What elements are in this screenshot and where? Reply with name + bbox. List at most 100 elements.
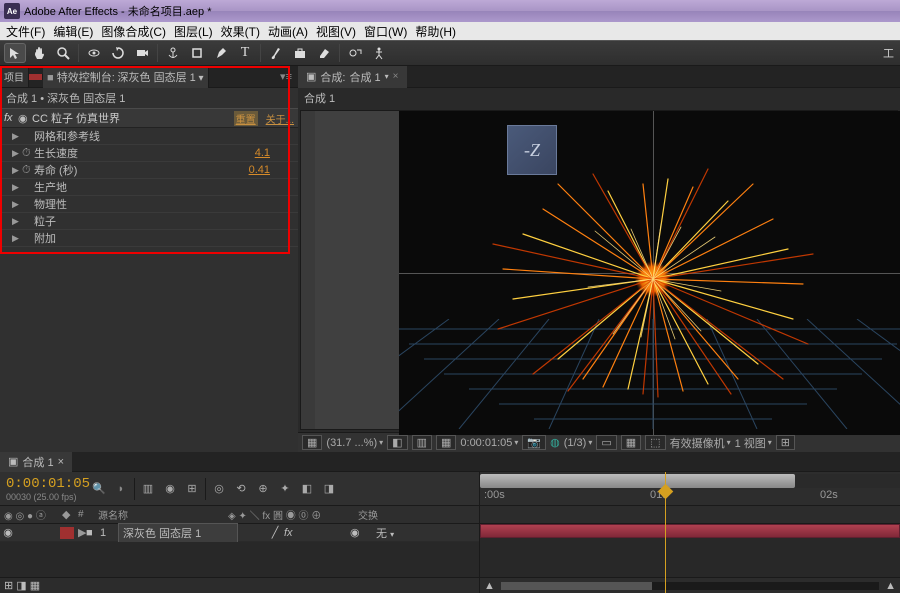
prop-particle[interactable]: ▶粒子	[0, 213, 298, 230]
res-dropdown[interactable]: (1/3)	[564, 437, 593, 449]
prop-grid[interactable]: ▶网格和参考线	[0, 128, 298, 145]
fx-toggle[interactable]: fx	[282, 527, 300, 539]
disclosure-icon[interactable]: ▶	[12, 199, 22, 210]
expand-icon[interactable]: ⊕	[254, 480, 272, 498]
blend-mode-icon[interactable]: ◉	[350, 526, 364, 539]
snapshot-icon[interactable]: 📷	[522, 435, 546, 450]
menu-effect[interactable]: 效果(T)	[217, 23, 264, 40]
bone-icon[interactable]: ⟲	[232, 480, 250, 498]
clone-tool[interactable]	[289, 43, 311, 63]
menu-layer[interactable]: 图层(L)	[170, 23, 217, 40]
reveal-icon[interactable]: ◧	[298, 480, 316, 498]
menu-help[interactable]: 帮助(H)	[411, 23, 460, 40]
playhead[interactable]	[665, 472, 666, 593]
zoom-out-icon[interactable]: ▲	[484, 580, 495, 592]
zoom-in-icon[interactable]: ▲	[885, 580, 896, 592]
camera-dropdown[interactable]: 有效摄像机	[670, 435, 731, 451]
menu-file[interactable]: 文件(F)	[2, 23, 49, 40]
camera-tool[interactable]	[131, 43, 153, 63]
prop-value[interactable]: 0.41	[249, 164, 270, 176]
disclosure-icon[interactable]: ▶	[12, 148, 22, 159]
res-full-icon[interactable]: ▥	[412, 435, 432, 450]
toggle-switches-icon[interactable]: ⊞ ◨ ▦	[4, 579, 40, 592]
fx-switch-icon[interactable]: ╱	[268, 526, 282, 539]
zoom-tool[interactable]	[52, 43, 74, 63]
menu-edit[interactable]: 编辑(E)	[49, 23, 97, 40]
eraser-tool[interactable]	[313, 43, 335, 63]
prop-extras[interactable]: ▶附加	[0, 230, 298, 247]
rotate-tool[interactable]	[107, 43, 129, 63]
tab-color-swatch[interactable]	[29, 74, 43, 80]
3d-icon[interactable]: ⬚	[645, 435, 665, 450]
orbit-tool[interactable]	[83, 43, 105, 63]
hand-tool[interactable]	[28, 43, 50, 63]
comp-tab[interactable]: ▣ 合成: 合成 1 ▾ ×	[298, 66, 407, 88]
stopwatch-icon[interactable]: ⏱	[22, 147, 34, 160]
label-icon[interactable]: ◆	[62, 509, 70, 521]
transparency-icon[interactable]: ▦	[621, 435, 641, 450]
disclosure-icon[interactable]: ▶	[12, 233, 22, 244]
current-time[interactable]: 0:00:01:05 00030 (25.00 fps)	[0, 476, 90, 502]
tab-close-icon[interactable]: ×	[393, 71, 399, 82]
timeline-track-area[interactable]: :00s 01s 02s ▲ ▲	[480, 472, 900, 593]
prop-birth-rate[interactable]: ▶⏱生长速度4.1	[0, 145, 298, 162]
layer-duration-bar[interactable]	[480, 524, 900, 538]
timeline-tab[interactable]: ▣ 合成 1 ×	[0, 452, 72, 472]
effect-controls-tab[interactable]: ■ 特效控制台: 深灰色 固态层 1 ▾	[43, 66, 209, 88]
brainstorm-icon[interactable]: ✦	[276, 480, 294, 498]
workspace-label[interactable]: 工	[883, 45, 896, 61]
prop-physics[interactable]: ▶物理性	[0, 196, 298, 213]
graph-icon[interactable]: ⊞	[183, 480, 201, 498]
layer-color-swatch[interactable]	[60, 527, 74, 539]
shy-icon[interactable]: ◗	[112, 480, 130, 498]
effect-about-link[interactable]: 关于...	[266, 111, 294, 126]
menu-window[interactable]: 窗口(W)	[360, 23, 411, 40]
col-source-name[interactable]: 源名称	[98, 507, 228, 522]
channel-icon[interactable]: ◍	[550, 436, 560, 449]
text-tool[interactable]: T	[234, 43, 256, 63]
stopwatch-icon[interactable]: ⏱	[22, 164, 34, 177]
layer-row[interactable]: ◉ ▶ ■ 1 深灰色 固态层 1 ╱ fx ◉ 无 ▾	[0, 524, 479, 542]
time-display[interactable]: 0:00:01:05	[460, 437, 518, 449]
anchor-tool[interactable]	[162, 43, 184, 63]
disclosure-icon[interactable]: ▶	[12, 182, 22, 193]
region-icon[interactable]: ▭	[596, 435, 616, 450]
col-blend[interactable]: 交换	[348, 507, 475, 522]
col-number[interactable]: #	[78, 509, 98, 520]
project-tab[interactable]: 项目	[0, 66, 29, 87]
menu-composition[interactable]: 图像合成(C)	[97, 23, 170, 40]
prop-producer[interactable]: ▶生产地	[0, 179, 298, 196]
prop-longevity[interactable]: ▶⏱寿命 (秒)0.41	[0, 162, 298, 179]
selection-tool[interactable]	[4, 43, 26, 63]
grid-toggle-icon[interactable]: ▦	[302, 435, 322, 450]
rect-tool[interactable]	[186, 43, 208, 63]
work-area-bar[interactable]	[480, 474, 795, 488]
tab-close-icon[interactable]: ×	[58, 456, 64, 468]
pixel-aspect-icon[interactable]: ⊞	[776, 435, 795, 450]
zoom-slider[interactable]	[501, 582, 652, 590]
layer-name[interactable]: 深灰色 固态层 1	[118, 523, 238, 543]
layer-switch-icon[interactable]: ◨	[320, 480, 338, 498]
brush-tool[interactable]	[265, 43, 287, 63]
effect-reset-link[interactable]: 重置	[234, 111, 258, 126]
pen-tool[interactable]	[210, 43, 232, 63]
prop-value[interactable]: 4.1	[255, 147, 270, 159]
composition-viewer[interactable]: -Z	[300, 110, 898, 430]
blend-mode-dropdown[interactable]: 无 ▾	[364, 525, 424, 541]
roto-tool[interactable]	[344, 43, 366, 63]
menu-view[interactable]: 视图(V)	[312, 23, 360, 40]
guides-icon[interactable]: ▦	[436, 435, 456, 450]
disclosure-icon[interactable]: ▶	[12, 131, 22, 142]
draft-3d-icon[interactable]: ◎	[210, 480, 228, 498]
views-dropdown[interactable]: 1 视图	[735, 435, 772, 451]
time-ruler[interactable]: :00s 01s 02s	[480, 489, 900, 503]
disclosure-icon[interactable]: ▶	[12, 216, 22, 227]
puppet-tool[interactable]	[368, 43, 390, 63]
effect-header-row[interactable]: fx ◉ CC 粒子 仿真世界 重置 关于...	[0, 108, 298, 128]
visibility-icon[interactable]: ◉	[0, 526, 16, 539]
res-half-icon[interactable]: ◧	[387, 435, 407, 450]
menu-animation[interactable]: 动画(A)	[264, 23, 312, 40]
motion-blur-icon[interactable]: ◉	[161, 480, 179, 498]
panel-menu-icon[interactable]: ▾≡	[274, 70, 298, 83]
frame-blend-icon[interactable]: ▥	[139, 480, 157, 498]
